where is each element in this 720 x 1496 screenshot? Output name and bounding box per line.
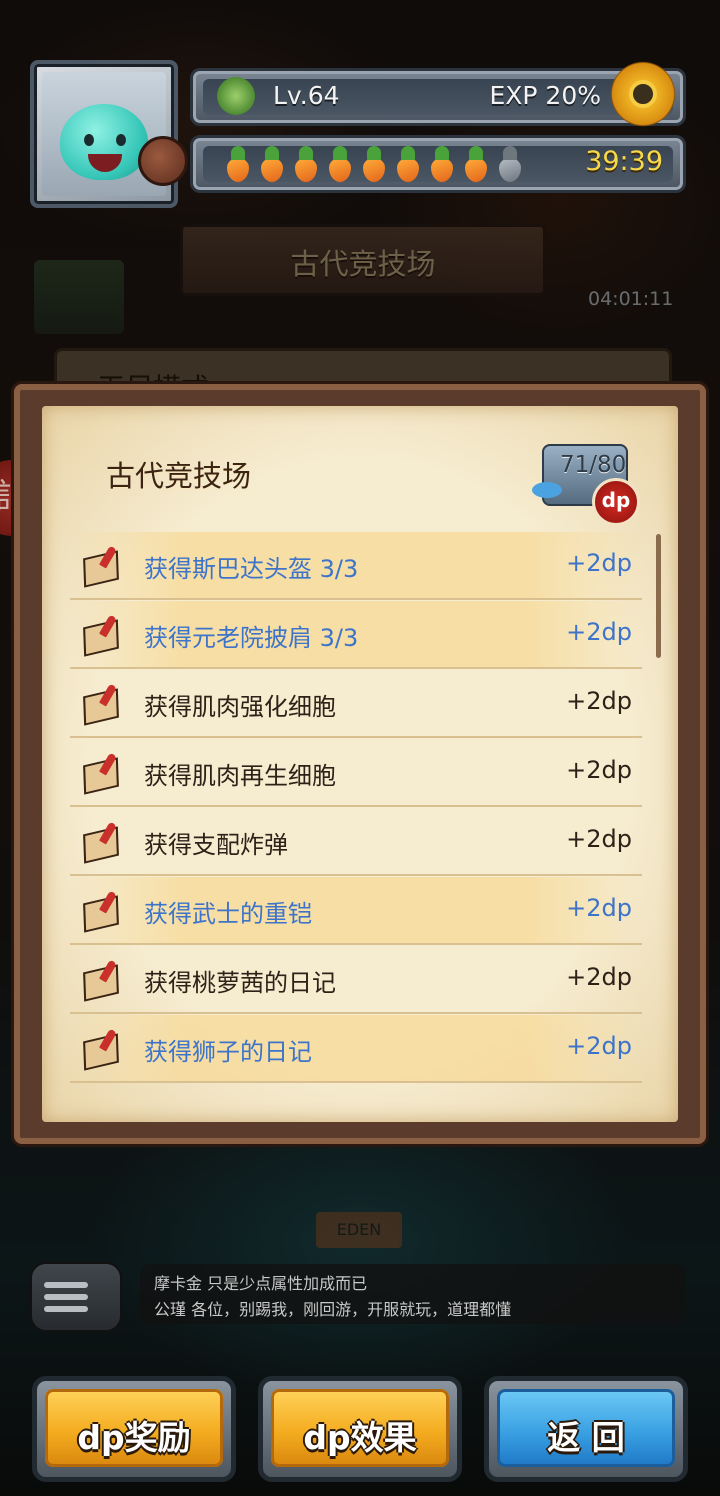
item-dp: +2dp (566, 549, 632, 577)
back-button[interactable]: 返 回 (484, 1376, 688, 1482)
list-item[interactable]: 获得狮子的日记 +2dp (70, 1015, 642, 1083)
item-text: 获得狮子的日记 (144, 1038, 312, 1066)
item-text: 获得肌肉再生细胞 (144, 762, 336, 790)
list-item[interactable]: 获得肌肉强化细胞 +2dp (70, 670, 642, 738)
list-item[interactable]: 获得支配炸弹 +2dp (70, 808, 642, 876)
dp-count: 71/80 (560, 452, 627, 478)
back-label: 返 回 (547, 1418, 625, 1457)
stamina-carrots (221, 146, 525, 182)
carrot-icon (255, 146, 287, 182)
item-dp: +2dp (566, 756, 632, 784)
carrot-icon (221, 146, 253, 182)
carrot-icon (493, 146, 525, 182)
item-dp: +2dp (566, 687, 632, 715)
list-item[interactable]: 获得元老院披肩 3/3 +2dp (70, 601, 642, 669)
item-text: 获得支配炸弹 (144, 831, 288, 859)
item-dp: +2dp (566, 963, 632, 991)
panel-title: 古代竞技场 (106, 459, 252, 493)
chat-icon (44, 1282, 88, 1288)
carrot-icon (357, 146, 389, 182)
carrot-icon (391, 146, 423, 182)
player-avatar[interactable] (30, 60, 188, 208)
item-text: 获得武士的重铠 (144, 900, 312, 928)
carrot-icon (289, 146, 321, 182)
item-text: 获得元老院披肩 3/3 (144, 624, 359, 652)
dp-effect-label: dp效果 (303, 1418, 417, 1457)
exp-text: EXP 20% (489, 81, 601, 110)
tree-icon (217, 77, 255, 115)
scroll-quill-icon (82, 752, 120, 795)
scroll-quill-icon (82, 959, 120, 1002)
item-dp: +2dp (566, 1032, 632, 1060)
list-item[interactable]: 获得武士的重铠 +2dp (70, 877, 642, 945)
chat-button[interactable] (30, 1262, 122, 1332)
dp-reward-label: dp奖励 (77, 1418, 191, 1457)
scroll-quill-icon (82, 614, 120, 657)
scroll-quill-icon (82, 545, 120, 588)
carrot-icon (323, 146, 355, 182)
item-dp: +2dp (566, 894, 632, 922)
scroll-quill-icon (82, 1028, 120, 1071)
dp-badge: dp (592, 478, 640, 526)
level-text: Lv.64 (273, 81, 340, 110)
chat-line-2: 公瑾 各位，别踢我，刚回游，开服就玩，道理都懂 (154, 1300, 512, 1319)
chat-box[interactable]: 摩卡金 只是少点属性加成而已 公瑾 各位，别踢我，刚回游，开服就玩，道理都懂 (140, 1264, 686, 1324)
item-dp: +2dp (566, 825, 632, 853)
dp-effect-button[interactable]: dp效果 (258, 1376, 462, 1482)
list-item[interactable]: 获得桃萝茜的日记 +2dp (70, 946, 642, 1014)
list-item[interactable]: 获得肌肉再生细胞 +2dp (70, 739, 642, 807)
list-scrollbar[interactable] (656, 534, 661, 658)
list-item[interactable]: 获得斯巴达头盔 3/3 +2dp (70, 532, 642, 600)
scroll-quill-icon (82, 821, 120, 864)
dp-reward-button[interactable]: dp奖励 (32, 1376, 236, 1482)
stamina-timer: 39:39 (585, 146, 663, 177)
settings-gear-icon[interactable] (607, 58, 679, 130)
scroll-quill-icon (82, 683, 120, 726)
carrot-icon (459, 146, 491, 182)
item-dp: +2dp (566, 618, 632, 646)
chat-line-1: 摩卡金 只是少点属性加成而已 (154, 1274, 368, 1293)
item-text: 获得肌肉强化细胞 (144, 693, 336, 721)
carrot-icon (425, 146, 457, 182)
scroll-quill-icon (82, 890, 120, 933)
item-text: 获得斯巴达头盔 3/3 (144, 555, 359, 583)
stamina-bar: 39:39 (190, 135, 686, 193)
item-text: 获得桃萝茜的日记 (144, 969, 336, 997)
coin-icon (138, 136, 188, 186)
